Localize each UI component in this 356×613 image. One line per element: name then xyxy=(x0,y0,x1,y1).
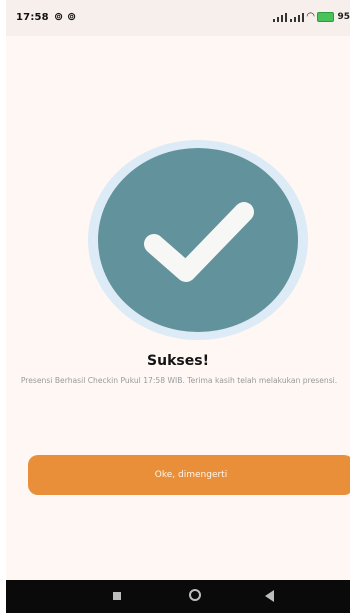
confirm-button[interactable]: Oke, dimengerti xyxy=(28,455,350,495)
confirm-button-label: Oke, dimengerti xyxy=(154,470,228,480)
status-system-icons: ◠ 95 xyxy=(272,11,350,22)
back-icon[interactable] xyxy=(265,590,274,602)
status-bar: 17:58 ⊚ ⊚ ◠ 95 xyxy=(6,0,350,36)
dialog-title: Sukses! xyxy=(147,353,209,369)
battery-level: 95 xyxy=(337,11,350,22)
success-badge xyxy=(98,148,298,332)
app-screen: 17:58 ⊚ ⊚ ◠ 95 Sukses! Presensi Berhasil… xyxy=(6,0,350,613)
status-time: 17:58 xyxy=(16,12,49,23)
navigation-bar xyxy=(6,580,350,613)
notification-icons: ⊚ ⊚ xyxy=(54,10,77,23)
dialog-message: Presensi Berhasil Checkin Pukul 17:58 WI… xyxy=(20,376,338,385)
battery-icon xyxy=(317,11,335,22)
signal-icon xyxy=(272,12,287,22)
home-icon[interactable] xyxy=(189,589,201,601)
recents-icon[interactable] xyxy=(113,592,121,600)
checkmark-icon xyxy=(144,202,254,282)
wifi-icon: ◠ xyxy=(306,11,315,22)
signal-icon-2 xyxy=(289,12,304,22)
